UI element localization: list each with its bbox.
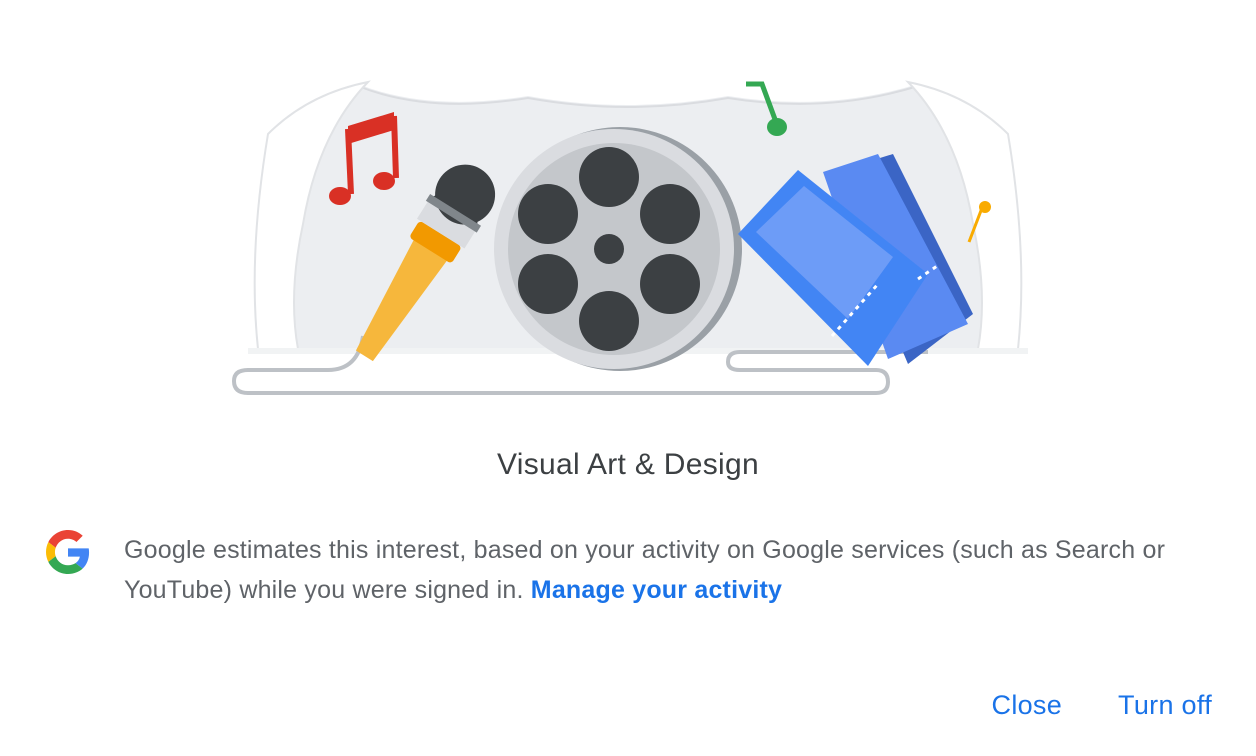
film-reel-icon: [494, 127, 742, 371]
google-g-icon: [46, 530, 90, 574]
dialog-actions: Close Turn off: [992, 690, 1212, 721]
turn-off-button[interactable]: Turn off: [1118, 690, 1212, 721]
close-button[interactable]: Close: [992, 690, 1063, 721]
entertainment-illustration: [231, 78, 1028, 395]
dialog-title: Visual Art & Design: [497, 448, 759, 481]
manage-activity-link[interactable]: Manage your activity: [531, 576, 782, 604]
interest-description: Google estimates this interest, based on…: [124, 530, 1224, 610]
